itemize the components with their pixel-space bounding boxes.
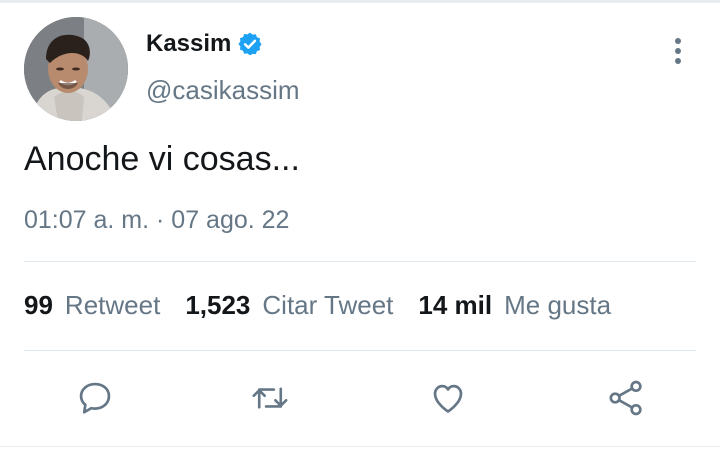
verified-badge-icon xyxy=(237,31,263,57)
like-icon xyxy=(433,384,463,413)
divider-stats-bottom xyxy=(24,350,696,351)
bottom-divider xyxy=(0,446,720,447)
top-divider xyxy=(0,0,720,3)
reply-button[interactable] xyxy=(75,376,115,420)
stat-value: 1,523 xyxy=(185,290,251,320)
retweet-count[interactable]: 99 Retweet xyxy=(24,290,160,321)
more-options-icon[interactable] xyxy=(668,36,688,68)
tweet-text: Anoche vi cosas... xyxy=(24,140,300,178)
stat-label: Retweet xyxy=(64,290,161,320)
display-name[interactable]: Kassim xyxy=(146,30,231,58)
like-count[interactable]: 14 mil Me gusta xyxy=(418,290,611,321)
stat-label: Me gusta xyxy=(504,290,612,320)
tweet-timestamp[interactable]: 01:07 a. m. · 07 ago. 22 xyxy=(24,206,289,235)
quote-tweet-count[interactable]: 1,523 Citar Tweet xyxy=(185,290,393,321)
user-handle[interactable]: @casikassim xyxy=(146,75,300,106)
avatar-photo xyxy=(24,17,128,121)
stat-label: Citar Tweet xyxy=(262,290,394,320)
engagement-stats: 99 Retweet 1,523 Citar Tweet 14 mil Me g… xyxy=(24,290,636,321)
like-button[interactable] xyxy=(428,376,468,420)
share-icon xyxy=(609,380,642,416)
reply-icon xyxy=(79,382,111,414)
stat-value: 99 xyxy=(24,290,53,320)
stat-value: 14 mil xyxy=(418,290,493,320)
retweet-icon xyxy=(252,387,288,409)
avatar[interactable] xyxy=(24,17,128,121)
retweet-button[interactable] xyxy=(250,376,290,420)
display-name-row[interactable]: Kassim xyxy=(146,30,263,58)
divider-stats-top xyxy=(24,261,696,262)
share-button[interactable] xyxy=(606,376,646,420)
